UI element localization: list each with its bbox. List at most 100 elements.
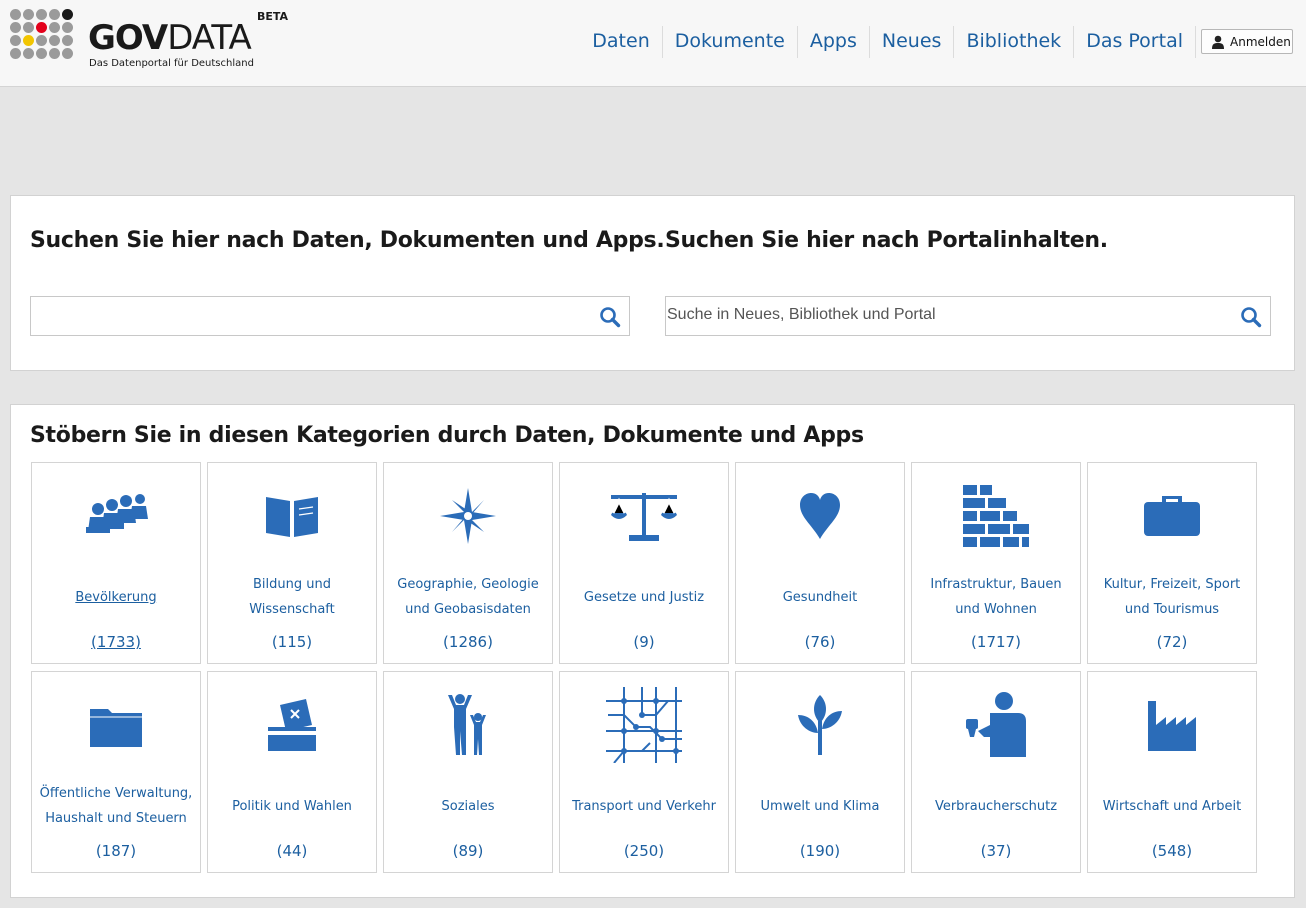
category-count: (44) bbox=[276, 842, 308, 860]
category-tile-bildung[interactable]: Bildung und Wissenschaft (115) bbox=[207, 462, 377, 664]
logo-dot bbox=[23, 9, 34, 20]
logo-dot bbox=[36, 9, 47, 20]
nav-das-portal[interactable]: Das Portal bbox=[1074, 26, 1196, 58]
logo-dot bbox=[49, 48, 60, 59]
data-search-box bbox=[30, 296, 630, 336]
nav-neues[interactable]: Neues bbox=[870, 26, 955, 58]
transit-map-icon bbox=[606, 687, 682, 763]
category-tile-wirtschaft[interactable]: Wirtschaft und Arbeit (548) bbox=[1087, 671, 1257, 873]
category-count: (250) bbox=[623, 842, 665, 860]
category-label: Transport und Verkehr bbox=[572, 798, 716, 814]
nav-bibliothek[interactable]: Bibliothek bbox=[954, 26, 1075, 58]
category-label: Geographie, Geologie und Geobasisdaten bbox=[397, 577, 539, 617]
category-label: Bildung und Wissenschaft bbox=[249, 577, 335, 617]
category-tile-gesundheit[interactable]: Gesundheit (76) bbox=[735, 462, 905, 664]
beta-badge: BETA bbox=[257, 10, 289, 23]
category-count: (9) bbox=[633, 633, 655, 651]
category-label: Verbraucherschutz bbox=[934, 798, 1058, 814]
logo-dot bbox=[36, 22, 47, 33]
people-icon bbox=[448, 694, 486, 755]
brick-wall-icon bbox=[963, 485, 1029, 547]
category-label: Gesetze und Justiz bbox=[583, 589, 705, 605]
category-label: Umwelt und Klima bbox=[760, 798, 880, 814]
logo-dot bbox=[62, 22, 73, 33]
book-icon bbox=[266, 497, 318, 537]
govdata-logo-icon[interactable] bbox=[10, 9, 74, 73]
logo-dot bbox=[62, 9, 73, 20]
category-label: Öffentliche Verwaltung, Haushalt und Ste… bbox=[39, 786, 193, 826]
category-count: (89) bbox=[452, 842, 484, 860]
category-tile-gesetze[interactable]: Gesetze und Justiz (9) bbox=[559, 462, 729, 664]
user-icon bbox=[1212, 35, 1224, 49]
category-tile-verwaltung[interactable]: Öffentliche Verwaltung, Haushalt und Ste… bbox=[31, 671, 201, 873]
logo-subtitle: Das Datenportal für Deutschland bbox=[89, 58, 254, 69]
logo-dot bbox=[10, 48, 21, 59]
category-tile-umwelt[interactable]: Umwelt und Klima (190) bbox=[735, 671, 905, 873]
logo-dot bbox=[10, 35, 21, 46]
logo-wordmark[interactable]: GOVDATA bbox=[88, 18, 252, 58]
category-count: (548) bbox=[1151, 842, 1193, 860]
category-count: (115) bbox=[271, 633, 313, 651]
logo-dot bbox=[23, 48, 34, 59]
category-count: (187) bbox=[95, 842, 137, 860]
nav-dokumente[interactable]: Dokumente bbox=[663, 26, 798, 58]
logo-dot bbox=[62, 48, 73, 59]
portal-search-title: Suchen Sie hier nach Portalinhalten. bbox=[665, 228, 1108, 253]
population-icon bbox=[86, 494, 148, 533]
category-count: (76) bbox=[804, 633, 836, 651]
category-tile-infrastruktur[interactable]: Infrastruktur, Bauen und Wohnen (1717) bbox=[911, 462, 1081, 664]
folder-icon bbox=[90, 709, 142, 747]
logo-dot bbox=[23, 22, 34, 33]
consumer-icon bbox=[966, 692, 1026, 757]
category-tile-geographie[interactable]: Geographie, Geologie und Geobasisdaten (… bbox=[383, 462, 553, 664]
category-label: Wirtschaft und Arbeit bbox=[1102, 798, 1242, 814]
logo-dot bbox=[49, 22, 60, 33]
portal-search-box bbox=[665, 296, 1271, 336]
category-count: (1717) bbox=[971, 633, 1021, 651]
site-header: GOVDATA BETA Das Datenportal für Deutsch… bbox=[0, 0, 1306, 87]
logo-dot bbox=[49, 9, 60, 20]
category-count: (72) bbox=[1156, 633, 1188, 651]
nav-apps[interactable]: Apps bbox=[798, 26, 870, 58]
logo-dot bbox=[23, 35, 34, 46]
search-icon[interactable] bbox=[1240, 306, 1262, 328]
logo-dot bbox=[36, 48, 47, 59]
category-tile-bevoelkerung[interactable]: Bevölkerung (1733) bbox=[31, 462, 201, 664]
category-count: (190) bbox=[799, 842, 841, 860]
category-panel: Stöbern Sie in diesen Kategorien durch D… bbox=[10, 404, 1295, 898]
factory-icon bbox=[1148, 701, 1196, 751]
category-count: (37) bbox=[980, 842, 1012, 860]
logo-dot bbox=[10, 9, 21, 20]
category-count: (1286) bbox=[443, 633, 493, 651]
category-tile-politik[interactable]: Politik und Wahlen (44) bbox=[207, 671, 377, 873]
suitcase-icon bbox=[1144, 496, 1200, 536]
category-label: Infrastruktur, Bauen und Wohnen bbox=[930, 577, 1062, 617]
search-icon[interactable] bbox=[599, 306, 621, 328]
logo-dot bbox=[62, 35, 73, 46]
compass-rose-icon bbox=[440, 488, 496, 544]
category-tile-verbraucherschutz[interactable]: Verbraucherschutz (37) bbox=[911, 671, 1081, 873]
ballot-box-icon bbox=[268, 699, 316, 751]
logo-dot bbox=[10, 22, 21, 33]
category-label: Bevölkerung bbox=[75, 589, 157, 605]
logo-dot bbox=[36, 35, 47, 46]
category-tile-soziales[interactable]: Soziales (89) bbox=[383, 671, 553, 873]
category-label: Soziales bbox=[441, 798, 495, 814]
portal-search-input[interactable] bbox=[666, 297, 1211, 333]
main-nav: Daten Dokumente Apps Neues Bibliothek Da… bbox=[580, 26, 1196, 58]
login-button[interactable]: Anmelden bbox=[1201, 29, 1293, 54]
plant-icon bbox=[798, 695, 842, 755]
category-tile-kultur[interactable]: Kultur, Freizeit, Sport und Tourismus (7… bbox=[1087, 462, 1257, 664]
nav-daten[interactable]: Daten bbox=[580, 26, 663, 58]
category-tile-transport[interactable]: Transport und Verkehr (250) bbox=[559, 671, 729, 873]
category-label: Gesundheit bbox=[782, 589, 858, 605]
category-label: Kultur, Freizeit, Sport und Tourismus bbox=[1103, 577, 1241, 617]
category-label: Politik und Wahlen bbox=[232, 798, 352, 814]
heart-icon bbox=[800, 493, 840, 539]
logo-dot bbox=[49, 35, 60, 46]
scales-icon bbox=[611, 493, 677, 541]
data-search-title: Suchen Sie hier nach Daten, Dokumenten u… bbox=[30, 228, 665, 253]
data-search-input[interactable] bbox=[31, 297, 571, 333]
category-count: (1733) bbox=[91, 633, 141, 651]
category-title: Stöbern Sie in diesen Kategorien durch D… bbox=[30, 423, 864, 448]
